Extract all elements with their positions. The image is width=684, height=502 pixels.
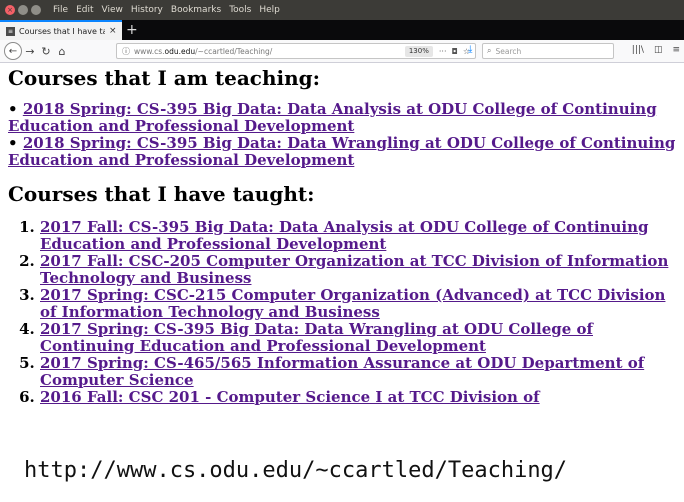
- site-info-icon[interactable]: ⓘ: [122, 46, 130, 57]
- taught-list: 2017 Fall: CS-395 Big Data: Data Analysi…: [8, 219, 680, 406]
- page-actions-icon[interactable]: ···: [439, 47, 447, 56]
- list-item: 2017 Spring: CS-465/565 Information Assu…: [40, 355, 680, 389]
- list-item: 2016 Fall: CSC 201 - Computer Science I …: [40, 389, 680, 406]
- search-placeholder: Search: [495, 46, 522, 56]
- list-item: 2017 Spring: CS-395 Big Data: Data Wrang…: [40, 321, 680, 355]
- menu-tools[interactable]: Tools: [229, 5, 251, 15]
- reload-icon[interactable]: ↻: [38, 45, 54, 58]
- menu-file[interactable]: File: [53, 5, 68, 15]
- url-icons: ··· ◘ ☆: [439, 47, 470, 56]
- window-maximize-icon[interactable]: [31, 5, 41, 15]
- heading-taught: Courses that I have taught:: [8, 182, 315, 206]
- course-link[interactable]: 2017 Spring: CSC-215 Computer Organizati…: [40, 286, 665, 321]
- list-item: • 2018 Spring: CS-395 Big Data: Data Wra…: [8, 134, 676, 169]
- menu-items: File Edit View History Bookmarks Tools H…: [53, 5, 280, 15]
- teaching-list: • 2018 Spring: CS-395 Big Data: Data Ana…: [8, 101, 680, 169]
- menu-history[interactable]: History: [131, 5, 163, 15]
- page-content: Courses that I am teaching: • 2018 Sprin…: [8, 63, 680, 406]
- tab-close-icon[interactable]: ×: [109, 26, 117, 36]
- forward-arrow-icon[interactable]: →: [22, 45, 38, 58]
- footer-url-caption: http://www.cs.odu.edu/~ccartled/Teaching…: [24, 458, 568, 483]
- back-arrow-icon[interactable]: ←: [4, 42, 22, 60]
- url-domain: odu.edu: [164, 46, 196, 56]
- list-item: 2017 Spring: CSC-215 Computer Organizati…: [40, 287, 680, 321]
- window-minimize-icon[interactable]: [18, 5, 28, 15]
- home-icon[interactable]: ⌂: [54, 45, 70, 58]
- url-text[interactable]: www.cs.odu.edu/~ccartled/Teaching/: [134, 47, 405, 56]
- course-link[interactable]: 2018 Spring: CS-395 Big Data: Data Wrang…: [8, 134, 675, 169]
- menu-bookmarks[interactable]: Bookmarks: [171, 5, 221, 15]
- url-path: /~ccartled/Teaching/: [195, 46, 273, 56]
- course-link[interactable]: 2018 Spring: CS-395 Big Data: Data Analy…: [8, 100, 657, 135]
- list-item: • 2018 Spring: CS-395 Big Data: Data Ana…: [8, 100, 657, 135]
- course-link[interactable]: 2017 Fall: CSC-205 Computer Organization…: [40, 252, 668, 287]
- menu-view[interactable]: View: [102, 5, 123, 15]
- hamburger-menu-icon[interactable]: ≡: [672, 45, 680, 55]
- sidebar-icon[interactable]: ◫: [654, 45, 663, 55]
- tab-bar: ≡ Courses that I have taug × +: [0, 20, 684, 40]
- url-prefix: www.cs.: [134, 46, 165, 56]
- navigation-bar: ← → ↻ ⌂ ⓘ www.cs.odu.edu/~ccartled/Teach…: [0, 40, 684, 63]
- favicon-icon: ≡: [6, 26, 15, 36]
- course-link[interactable]: 2017 Fall: CS-395 Big Data: Data Analysi…: [40, 218, 649, 253]
- zoom-indicator[interactable]: 130%: [404, 45, 433, 57]
- menu-edit[interactable]: Edit: [76, 5, 93, 15]
- tab-title: Courses that I have taug: [19, 26, 105, 36]
- course-link[interactable]: 2016 Fall: CSC 201 - Computer Science I …: [40, 388, 540, 406]
- menu-bar: × File Edit View History Bookmarks Tools…: [0, 0, 684, 20]
- course-link[interactable]: 2017 Spring: CS-465/565 Information Assu…: [40, 354, 644, 389]
- address-bar[interactable]: ⓘ www.cs.odu.edu/~ccartled/Teaching/ 130…: [116, 43, 476, 59]
- pocket-icon[interactable]: ◘: [452, 47, 458, 56]
- heading-teaching: Courses that I am teaching:: [8, 66, 321, 90]
- course-link[interactable]: 2017 Spring: CS-395 Big Data: Data Wrang…: [40, 320, 593, 355]
- list-item: 2017 Fall: CS-395 Big Data: Data Analysi…: [40, 219, 680, 253]
- list-item: 2017 Fall: CSC-205 Computer Organization…: [40, 253, 680, 287]
- search-bar[interactable]: ⌕ Search: [482, 43, 614, 59]
- library-icon[interactable]: |||\: [632, 45, 644, 55]
- search-icon: ⌕: [487, 46, 492, 55]
- tab-courses[interactable]: ≡ Courses that I have taug ×: [0, 20, 122, 40]
- window-close-icon[interactable]: ×: [5, 5, 15, 15]
- toolbar-right: |||\ ◫ ≡: [632, 45, 680, 55]
- download-icon[interactable]: ⤓: [468, 44, 472, 55]
- new-tab-button[interactable]: +: [126, 21, 138, 39]
- window-controls: ×: [5, 5, 41, 15]
- menu-help[interactable]: Help: [259, 5, 280, 15]
